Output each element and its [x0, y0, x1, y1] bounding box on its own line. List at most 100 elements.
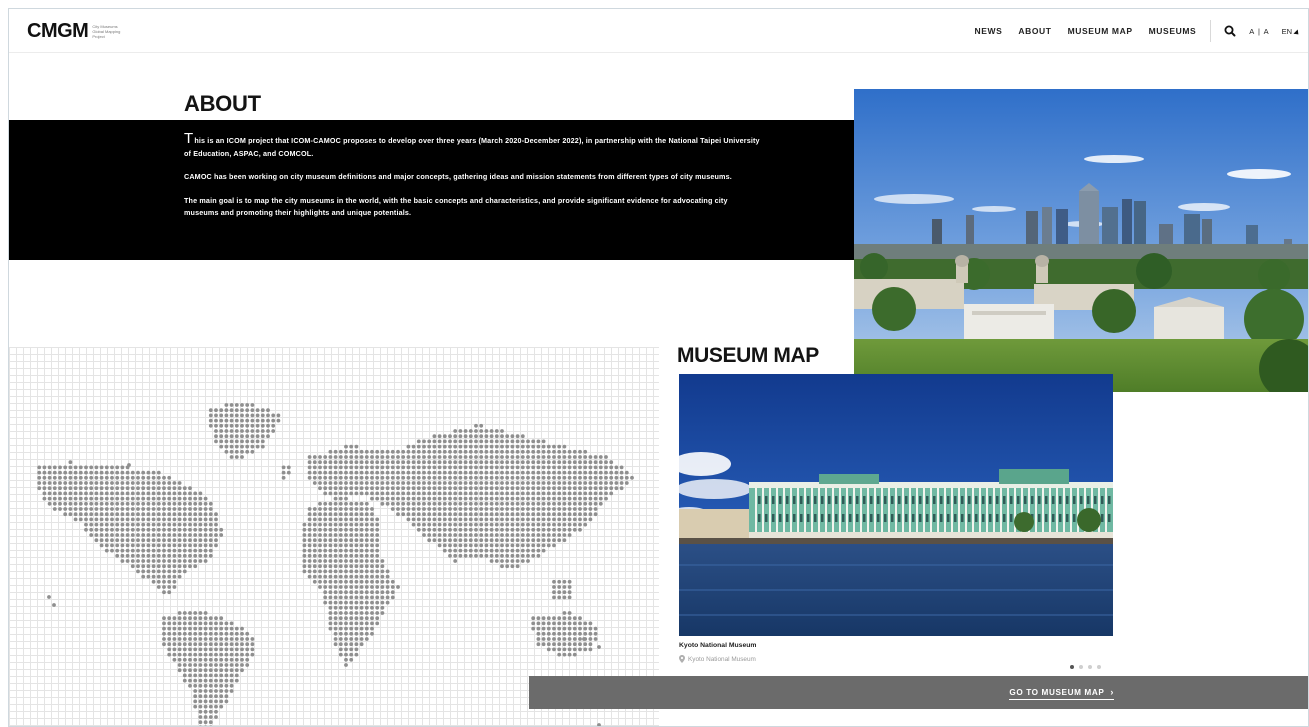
- carousel-dot[interactable]: [1097, 665, 1101, 669]
- map-dot: [208, 663, 213, 667]
- map-dot: [214, 678, 218, 683]
- map-dot: [333, 538, 338, 543]
- map-dot: [125, 527, 130, 532]
- map-dot: [567, 585, 572, 589]
- map-dot: [416, 491, 421, 496]
- map-dot: [156, 491, 161, 496]
- map-dot: [312, 553, 317, 558]
- map-dot: [89, 486, 94, 491]
- map-dot: [141, 569, 146, 574]
- go-to-museum-map-link[interactable]: GO TO MUSEUM MAP ›: [1009, 687, 1114, 700]
- map-dot: [120, 465, 125, 470]
- map-dot: [442, 475, 447, 480]
- map-dot: [312, 517, 317, 522]
- map-dot: [380, 460, 385, 465]
- map-dot: [312, 574, 317, 579]
- map-dot: [52, 470, 57, 475]
- map-dot: [130, 491, 135, 496]
- map-dot: [328, 517, 333, 522]
- map-dot: [323, 564, 328, 569]
- map-dot: [344, 460, 348, 465]
- map-dot: [99, 543, 104, 548]
- map-dot: [120, 481, 125, 485]
- search-icon[interactable]: [1223, 24, 1237, 38]
- map-dot: [94, 496, 99, 501]
- map-dot: [224, 657, 229, 662]
- map-dot: [141, 517, 146, 522]
- map-dot: [463, 507, 468, 511]
- map-dot: [432, 465, 437, 470]
- map-dot: [37, 465, 42, 470]
- map-dot: [52, 486, 57, 491]
- carousel-dot[interactable]: [1070, 665, 1074, 669]
- map-dot: [349, 460, 354, 465]
- map-dot: [333, 460, 338, 465]
- map-dot: [349, 590, 354, 595]
- map-dot: [567, 533, 572, 537]
- map-dot: [156, 533, 161, 537]
- map-dot: [515, 439, 520, 444]
- map-dot: [188, 522, 192, 527]
- map-dot: [557, 621, 562, 626]
- map-dot: [526, 507, 530, 511]
- map-dot: [162, 481, 166, 485]
- map-dot: [453, 496, 458, 501]
- map-dot: [432, 501, 437, 506]
- map-dot: [562, 475, 567, 480]
- map-dot: [359, 517, 364, 522]
- map-dot: [515, 538, 520, 543]
- map-dot: [37, 475, 42, 480]
- map-dot: [328, 512, 333, 517]
- map-dot: [416, 481, 421, 485]
- map-dot: [203, 626, 208, 631]
- site-logo[interactable]: CMGM City Museums Global Mapping Project: [27, 20, 122, 43]
- map-dot: [422, 512, 426, 517]
- map-pin-icon: [679, 655, 685, 663]
- map-dot: [328, 449, 333, 454]
- map-dot: [536, 538, 541, 543]
- map-dot: [78, 507, 83, 511]
- map-dot: [557, 533, 562, 537]
- map-dot: [240, 434, 244, 439]
- museum-photo[interactable]: [679, 374, 1113, 636]
- map-dot: [552, 637, 556, 641]
- map-dot: [323, 475, 328, 480]
- map-dot: [359, 631, 364, 636]
- museum-caption-title[interactable]: Kyoto National Museum: [679, 642, 756, 649]
- map-dot: [427, 460, 432, 465]
- nav-about[interactable]: ABOUT: [1018, 26, 1051, 36]
- map-dot: [479, 538, 484, 543]
- language-selector[interactable]: EN: [1282, 27, 1301, 37]
- map-dot: [515, 548, 520, 553]
- map-dot: [344, 652, 348, 657]
- nav-museum-map[interactable]: MUSEUM MAP: [1068, 26, 1133, 36]
- map-dot: [489, 455, 494, 459]
- map-dot: [89, 507, 94, 511]
- map-dot: [437, 543, 442, 548]
- map-dot: [250, 439, 255, 444]
- nav-news[interactable]: NEWS: [974, 26, 1002, 36]
- carousel-dot[interactable]: [1079, 665, 1083, 669]
- map-dot: [531, 491, 536, 496]
- map-dot: [224, 429, 229, 433]
- map-dot: [474, 548, 478, 553]
- map-dot: [84, 507, 88, 511]
- map-dot: [188, 559, 192, 563]
- map-dot: [193, 501, 198, 506]
- font-size-toggle[interactable]: A | A: [1249, 27, 1269, 36]
- carousel-dot[interactable]: [1088, 665, 1092, 669]
- nav-museums[interactable]: MUSEUMS: [1149, 26, 1197, 36]
- map-dot: [130, 470, 135, 475]
- map-dot: [557, 642, 562, 647]
- map-dot: [182, 642, 187, 647]
- map-dot: [427, 475, 432, 480]
- map-dot: [198, 507, 203, 511]
- map-dot: [167, 533, 172, 537]
- map-dot: [193, 553, 198, 558]
- map-dot: [370, 553, 374, 558]
- map-dot: [156, 517, 161, 522]
- map-dot: [130, 548, 135, 553]
- map-dot: [208, 501, 213, 506]
- map-dot: [120, 496, 125, 501]
- map-dot: [146, 538, 151, 543]
